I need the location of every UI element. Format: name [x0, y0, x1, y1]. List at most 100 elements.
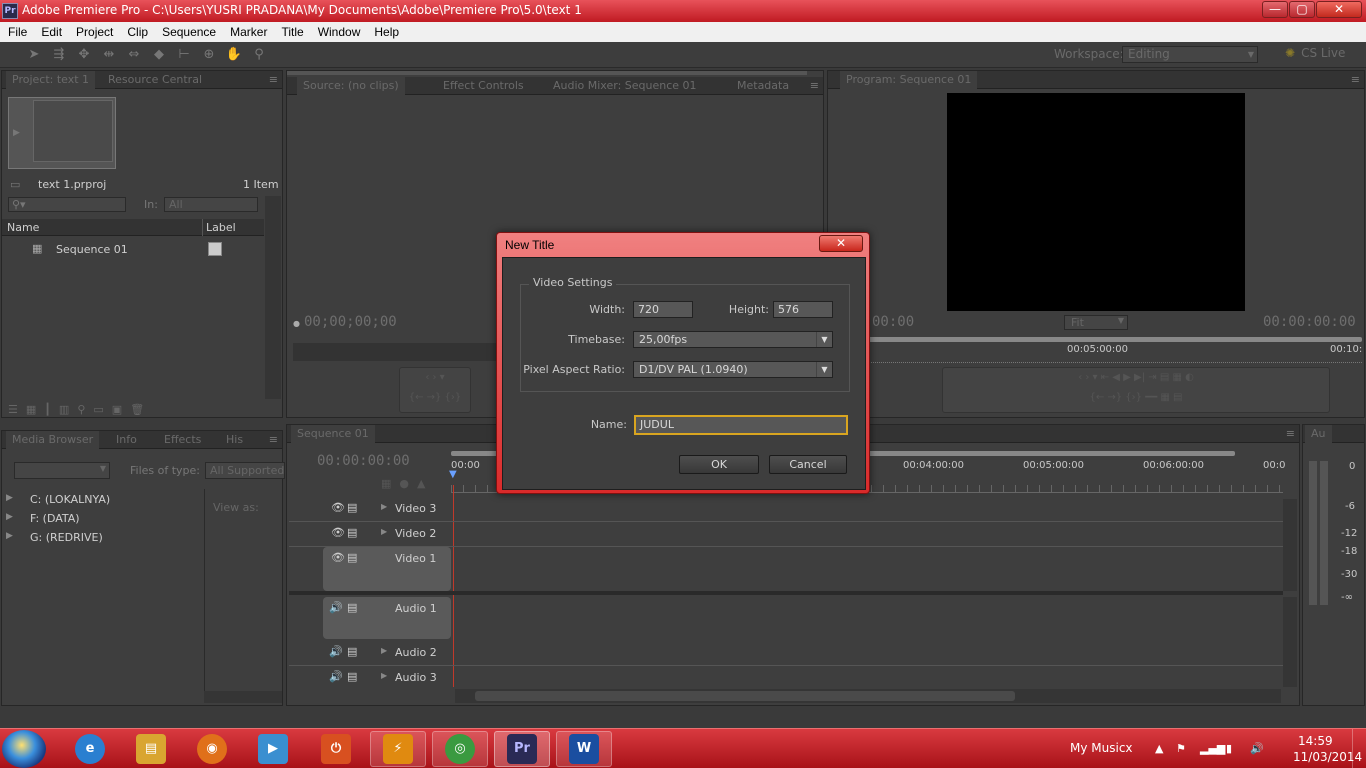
expand-arrow-icon[interactable]: ▶ [381, 527, 387, 536]
tab-media-browser[interactable]: Media Browser [6, 431, 100, 449]
list-view-icon[interactable]: ☰ [8, 403, 18, 416]
pixel-aspect-ratio-select[interactable]: D1/DV PAL (1.0940) ▼ [633, 361, 833, 378]
tab-info[interactable]: Info [110, 431, 143, 449]
rate-stretch-tool-icon[interactable]: ⇔ [124, 45, 144, 65]
track-header-audio-1[interactable]: 🔊 ▤ Audio 1 [323, 597, 451, 639]
project-search-input[interactable]: ⚲▾ [8, 197, 126, 212]
tab-audio-meters[interactable]: Au [1305, 425, 1332, 443]
source-timecode[interactable]: 00;00;00;00 [304, 314, 397, 330]
zoom-select[interactable]: Fit ▼ [1064, 315, 1128, 330]
eye-icon[interactable]: 👁 [331, 551, 345, 564]
taskbar-winamp[interactable]: ⚡ [370, 731, 426, 767]
height-field[interactable]: 576 [773, 301, 833, 318]
tray-expand-icon[interactable]: ▲ [1155, 742, 1163, 755]
menu-edit[interactable]: Edit [34, 22, 69, 42]
column-name[interactable]: Name [7, 221, 39, 234]
audio-tracks-scrollbar[interactable] [1283, 597, 1297, 687]
lock-icon[interactable]: ▤ [347, 501, 357, 514]
maximize-button[interactable]: ▢ [1289, 1, 1315, 18]
width-field[interactable]: 720 [633, 301, 693, 318]
razor-tool-icon[interactable]: ◆ [149, 45, 169, 65]
timeline-timecode[interactable]: 00:00:00:00 [317, 453, 410, 469]
speaker-icon[interactable]: 🔊 [329, 601, 343, 614]
tab-history[interactable]: His [220, 431, 249, 449]
panel-menu-icon[interactable]: ≡ [1351, 71, 1360, 88]
speaker-icon[interactable]: 🔊 [329, 645, 343, 658]
program-transport-controls[interactable]: ‹ › ▾ ⇤ ◀ ▶ ▶| ⇥ ▤ ▦ ◐ {← →} {›} ━━ ▦ ▤ [942, 367, 1330, 413]
location-select[interactable]: ▼ [14, 462, 110, 479]
track-header-audio-3[interactable]: 🔊 ▤ ▶ Audio 3 [323, 668, 451, 688]
expand-arrow-icon[interactable]: ▶ [381, 502, 387, 511]
tab-effect-controls[interactable]: Effect Controls [437, 77, 530, 95]
expand-arrow-icon[interactable]: ▶ [381, 646, 387, 655]
eye-icon[interactable]: 👁 [331, 501, 345, 514]
lock-icon[interactable]: ▤ [347, 601, 357, 614]
ripple-edit-tool-icon[interactable]: ✥ [74, 45, 94, 65]
menu-file[interactable]: File [0, 22, 34, 42]
program-video-display[interactable] [947, 93, 1245, 311]
snap-icon[interactable]: ▦ [381, 477, 391, 490]
marker-icon[interactable]: ● [399, 477, 409, 490]
expand-arrow-icon[interactable]: ▶ [6, 531, 30, 550]
new-bin-icon[interactable]: ▭ [93, 403, 103, 416]
panel-menu-icon[interactable]: ≡ [1286, 425, 1295, 442]
menu-help[interactable]: Help [367, 22, 406, 42]
rolling-edit-tool-icon[interactable]: ⇹ [99, 45, 119, 65]
icon-view-icon[interactable]: ▦ [26, 403, 36, 416]
list-item[interactable]: ▶ F: (DATA) [6, 512, 196, 531]
program-timecode-left[interactable]: 00:00 [872, 314, 914, 330]
list-item[interactable]: ▶ G: (REDRIVE) [6, 531, 196, 550]
tab-project[interactable]: Project: text 1 [6, 71, 96, 89]
sequence-thumbnail[interactable]: ▶ [8, 97, 116, 169]
list-item[interactable]: ▦ Sequence 01 [2, 239, 264, 261]
find-icon[interactable]: ⚲ [77, 403, 85, 416]
column-label[interactable]: Label [206, 221, 236, 234]
label-color-swatch[interactable] [208, 242, 222, 256]
lock-icon[interactable]: ▤ [347, 670, 357, 683]
tab-sequence[interactable]: Sequence 01 [291, 425, 375, 443]
media-scrollbar[interactable] [204, 691, 282, 703]
track-header-audio-2[interactable]: 🔊 ▤ ▶ Audio 2 [323, 643, 451, 663]
close-button[interactable]: ✕ [1316, 1, 1362, 18]
tab-source[interactable]: Source: (no clips) [297, 77, 405, 95]
cs-live-button[interactable]: ✺ CS Live [1285, 46, 1345, 60]
name-input[interactable]: JUDUL [634, 415, 848, 435]
add-marker-icon[interactable]: ▲ [417, 477, 425, 490]
action-center-flag-icon[interactable]: ⚑ [1176, 742, 1186, 755]
zoom-tool-icon[interactable]: ⚲ [249, 45, 269, 65]
expand-arrow-icon[interactable]: ▶ [6, 493, 30, 512]
files-of-type-select[interactable]: All Supported [205, 462, 285, 479]
taskbar-file-explorer[interactable]: ▤ [123, 731, 179, 767]
timeline-horizontal-scrollbar[interactable] [455, 689, 1281, 703]
playhead-icon[interactable]: ▼ [449, 469, 457, 480]
track-select-tool-icon[interactable]: ⇶ [49, 45, 69, 65]
slip-tool-icon[interactable]: ⊢ [174, 45, 194, 65]
new-item-icon[interactable]: ▣ [112, 403, 122, 416]
taskbar-premiere-pro[interactable]: Pr [494, 731, 550, 767]
hand-tool-icon[interactable]: ✋ [224, 45, 244, 65]
menu-marker[interactable]: Marker [223, 22, 274, 42]
taskbar-internet-explorer[interactable]: e [62, 731, 118, 767]
lock-icon[interactable]: ▤ [347, 526, 357, 539]
taskbar-word[interactable]: W [556, 731, 612, 767]
slide-tool-icon[interactable]: ⊕ [199, 45, 219, 65]
menu-project[interactable]: Project [69, 22, 120, 42]
delete-icon[interactable]: 🗑 [130, 403, 144, 416]
start-button[interactable] [2, 730, 46, 768]
track-header-video-1[interactable]: 👁 ▤ Video 1 [323, 547, 451, 591]
clock-time[interactable]: 14:59 [1298, 734, 1333, 748]
menu-title[interactable]: Title [274, 22, 310, 42]
menu-clip[interactable]: Clip [120, 22, 155, 42]
minimize-button[interactable]: — [1262, 1, 1288, 18]
play-icon[interactable]: ▶ [13, 128, 20, 138]
panel-menu-icon[interactable]: ≡ [810, 77, 819, 94]
program-zoom-bar[interactable] [868, 337, 1362, 342]
taskbar-media-player[interactable]: ▶ [245, 731, 301, 767]
lock-icon[interactable]: ▤ [347, 551, 357, 564]
video-tracks-scrollbar[interactable] [1283, 499, 1297, 591]
tray-toolbar-label[interactable]: My Musicx [1070, 741, 1133, 755]
list-item[interactable]: ▶ C: (LOKALNYA) [6, 493, 196, 512]
menu-window[interactable]: Window [311, 22, 368, 42]
panel-menu-icon[interactable]: ≡ [269, 71, 278, 88]
expand-arrow-icon[interactable]: ▶ [381, 671, 387, 680]
